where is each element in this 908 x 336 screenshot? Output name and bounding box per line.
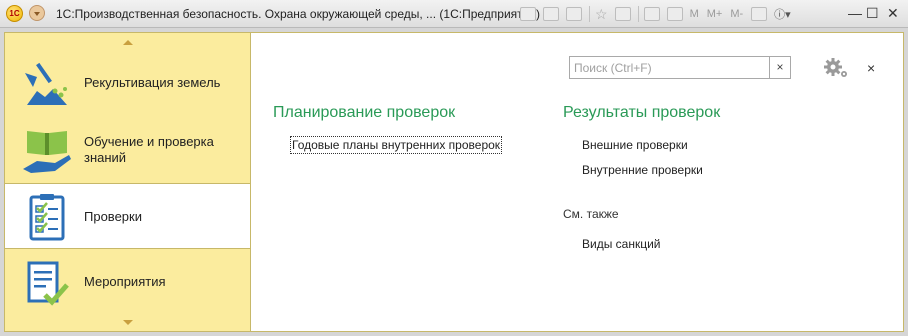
app-logo-icon: 1С bbox=[6, 5, 23, 22]
close-form-button[interactable]: × bbox=[867, 60, 875, 76]
section-label: Мероприятия bbox=[84, 274, 166, 289]
settings-gear-icon[interactable] bbox=[823, 57, 849, 79]
minimize-button[interactable]: — bbox=[848, 5, 862, 21]
search-input[interactable] bbox=[570, 57, 766, 78]
section-land-reclamation[interactable]: Рекультивация земель bbox=[5, 51, 251, 117]
section-training[interactable]: Обучение и проверка знаний bbox=[5, 117, 251, 183]
section-measures[interactable]: Мероприятия bbox=[5, 249, 251, 315]
group-title-results: Результаты проверок bbox=[563, 104, 721, 121]
link-external-inspections[interactable]: Внешние проверки bbox=[582, 138, 688, 152]
section-inspections[interactable]: Проверки bbox=[5, 183, 251, 249]
calculator-icon[interactable] bbox=[643, 7, 660, 21]
window-title: 1С:Производственная безопасность. Охрана… bbox=[56, 7, 541, 21]
section-label-line1: Обучение и проверка bbox=[84, 134, 214, 149]
main-menu-button[interactable] bbox=[29, 5, 45, 21]
search-box: × bbox=[569, 56, 791, 79]
preview-icon[interactable] bbox=[566, 7, 582, 21]
save-icon[interactable] bbox=[520, 7, 536, 21]
memory-minus-button[interactable]: M- bbox=[730, 8, 743, 20]
panels-layout-icon[interactable] bbox=[751, 7, 768, 21]
favorites-star-icon[interactable]: ☆ bbox=[595, 6, 608, 23]
group-title-see-also: См. также bbox=[563, 207, 619, 221]
print-icon[interactable] bbox=[543, 7, 559, 21]
land-reclamation-icon bbox=[25, 62, 67, 105]
search-clear-button[interactable]: × bbox=[769, 57, 790, 78]
section-label: Рекультивация земель bbox=[84, 75, 221, 90]
toolbar-divider bbox=[589, 6, 590, 22]
info-icon[interactable]: ⓘ▾ bbox=[774, 6, 791, 22]
scroll-down-arrow-icon[interactable] bbox=[123, 320, 133, 325]
section-label-line2: знаний bbox=[84, 150, 127, 165]
training-book-icon bbox=[23, 131, 71, 173]
content-panel: × × Планирование проверок Годовые планы … bbox=[250, 32, 904, 332]
titlebar-toolbar: ☆ M M+ M- ⓘ▾ bbox=[520, 6, 799, 22]
link-annual-plans[interactable]: Годовые планы внутренних проверок bbox=[289, 136, 503, 154]
memory-m-button[interactable]: M bbox=[690, 8, 699, 20]
section-label: Проверки bbox=[84, 209, 142, 224]
window-titlebar: 1С 1С:Производственная безопасность. Охр… bbox=[0, 0, 908, 28]
memory-plus-button[interactable]: M+ bbox=[707, 8, 723, 20]
close-window-button[interactable]: ✕ bbox=[887, 5, 899, 22]
link-sanction-types[interactable]: Виды санкций bbox=[582, 237, 661, 251]
sections-panel: Рекультивация земель Обучение и проверка… bbox=[4, 32, 251, 332]
document-check-icon bbox=[27, 261, 69, 306]
calendar-icon[interactable] bbox=[666, 7, 683, 21]
maximize-button[interactable]: ☐ bbox=[866, 5, 879, 22]
scroll-up-arrow-icon[interactable] bbox=[123, 40, 133, 45]
toolbar-divider bbox=[637, 6, 639, 22]
history-icon[interactable] bbox=[614, 7, 631, 21]
checklist-clipboard-icon bbox=[29, 194, 65, 241]
link-internal-inspections[interactable]: Внутренние проверки bbox=[582, 163, 703, 177]
group-title-planning: Планирование проверок bbox=[273, 104, 456, 121]
